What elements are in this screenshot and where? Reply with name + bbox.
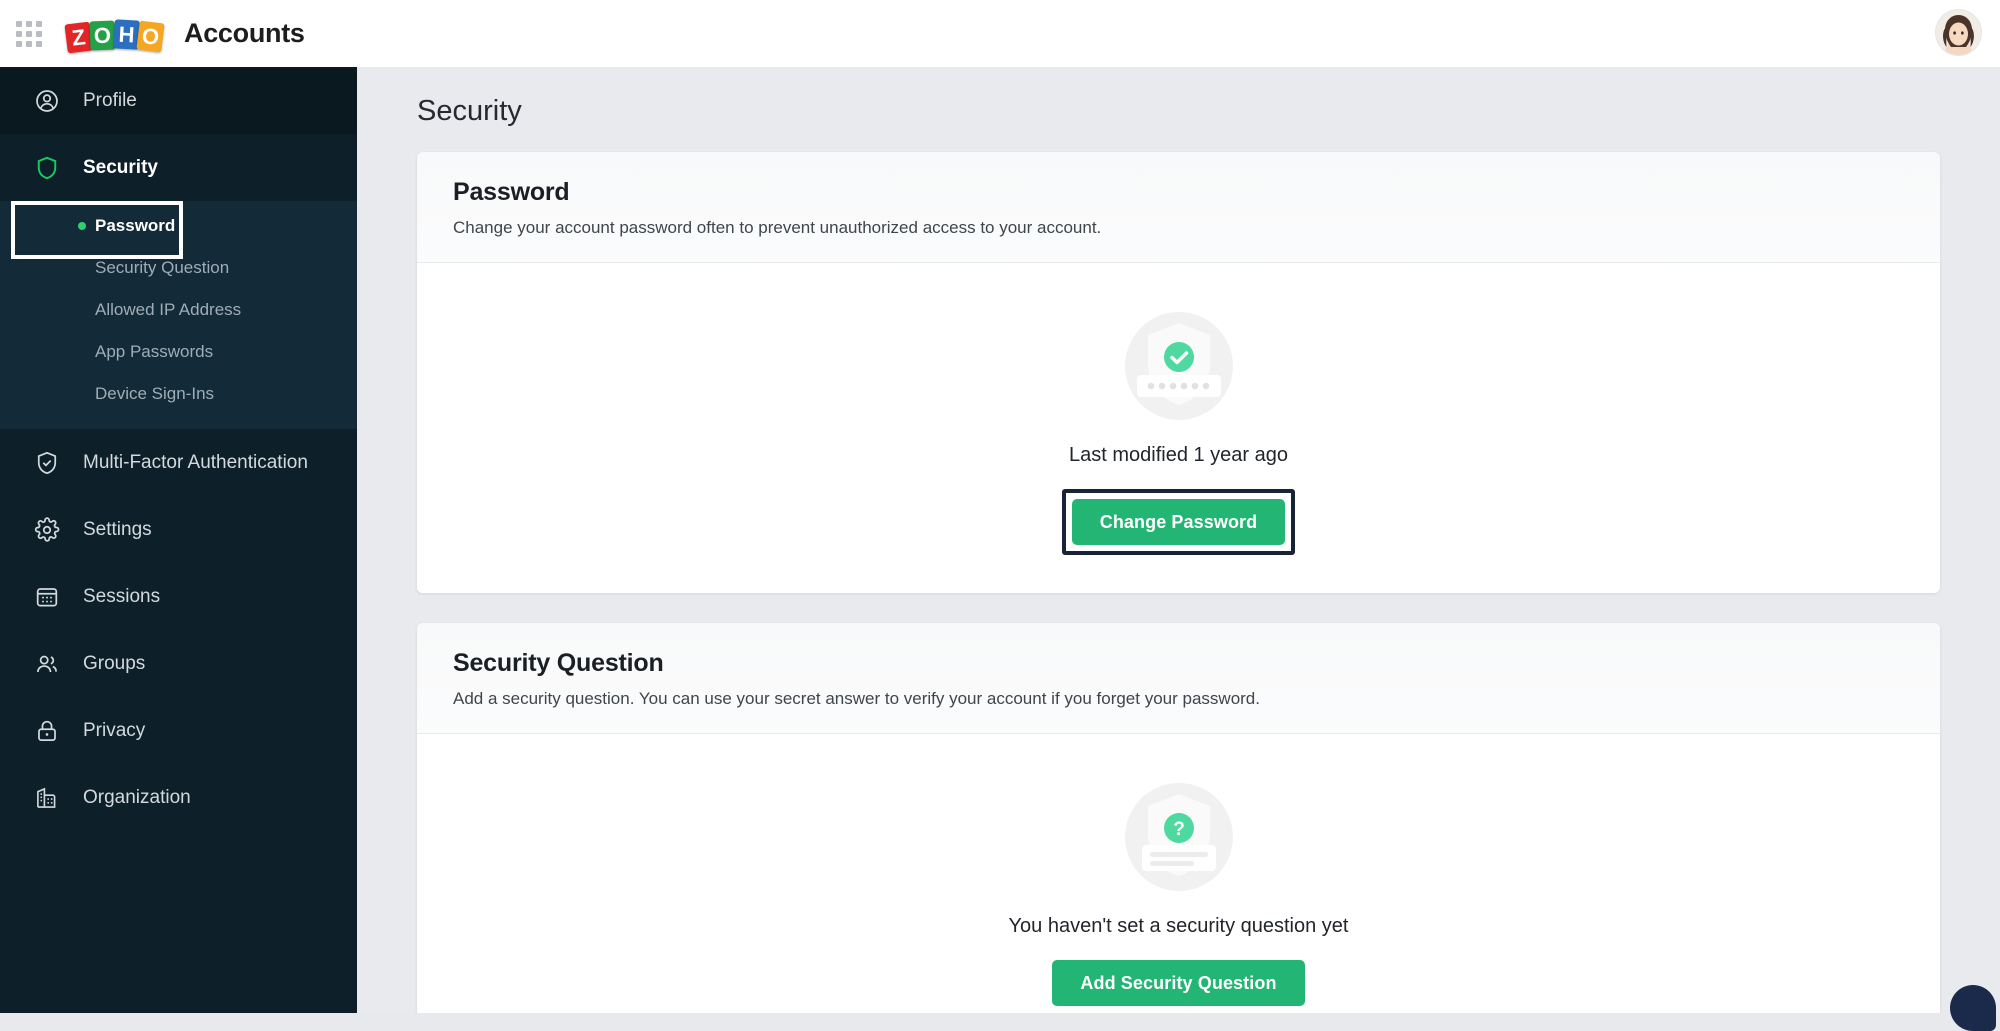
grid-dot — [16, 41, 22, 47]
gear-icon — [33, 516, 61, 544]
sidebar-item-label: Organization — [83, 787, 191, 809]
sidebar-item-settings[interactable]: Settings — [0, 496, 357, 563]
shield-icon — [33, 154, 61, 182]
grid-dot — [36, 21, 42, 27]
password-card-title: Password — [453, 178, 1904, 207]
grid-dot — [36, 41, 42, 47]
avatar[interactable] — [1935, 9, 1982, 56]
add-security-question-wrap: Add Security Question — [1052, 960, 1304, 1006]
password-card-header: Password Change your account password of… — [417, 152, 1940, 262]
people-icon — [33, 650, 61, 678]
shield-password-check-icon — [1120, 307, 1238, 430]
grid-dot — [16, 31, 22, 37]
svg-text:?: ? — [1173, 819, 1185, 840]
submenu-item-password[interactable]: Password — [0, 205, 357, 247]
submenu-item-label: Device Sign-Ins — [95, 384, 214, 404]
grid-dot — [36, 31, 42, 37]
sidebar-item-sessions[interactable]: Sessions — [0, 563, 357, 630]
grid-dot — [26, 41, 32, 47]
submenu-item-device-sign-ins[interactable]: Device Sign-Ins — [0, 373, 357, 415]
lock-icon — [33, 717, 61, 745]
shield-question-icon: ? — [1120, 778, 1238, 901]
sidebar-item-label: Multi-Factor Authentication — [83, 452, 308, 474]
sidebar: Profile Security Password Security Quest… — [0, 67, 357, 1013]
change-password-button[interactable]: Change Password — [1072, 499, 1286, 545]
sidebar-item-label: Profile — [83, 90, 137, 112]
sidebar-item-security[interactable]: Security — [0, 134, 357, 201]
sidebar-item-multi-factor-authentication[interactable]: Multi-Factor Authentication — [0, 429, 357, 496]
password-status-text: Last modified 1 year ago — [1069, 444, 1288, 467]
zoho-logo[interactable]: Z O H O — [66, 17, 162, 51]
sidebar-item-label: Settings — [83, 519, 152, 541]
sidebar-item-profile[interactable]: Profile — [0, 67, 357, 134]
sidebar-item-label: Security — [83, 157, 158, 179]
submenu-item-label: Security Question — [95, 258, 229, 278]
main-content: Security Password Change your account pa… — [357, 67, 2000, 1013]
building-icon — [33, 784, 61, 812]
security-question-card: Security Question Add a security questio… — [417, 623, 1940, 1013]
logo-tile-o1: O — [89, 20, 115, 50]
logo-tile-o2: O — [136, 20, 164, 52]
grid-dot — [26, 21, 32, 27]
sidebar-item-groups[interactable]: Groups — [0, 630, 357, 697]
sidebar-item-organization[interactable]: Organization — [0, 764, 357, 831]
password-card: Password Change your account password of… — [417, 152, 1940, 593]
sidebar-item-label: Privacy — [83, 720, 145, 742]
submenu-item-label: Allowed IP Address — [95, 300, 241, 320]
sidebar-item-label: Sessions — [83, 586, 160, 608]
apps-grid-icon[interactable] — [16, 21, 42, 47]
logo-tile-z: Z — [64, 21, 92, 53]
app-title: Accounts — [184, 18, 305, 49]
calendar-grid-icon — [33, 583, 61, 611]
submenu-item-label: Password — [95, 216, 175, 236]
grid-dot — [26, 31, 32, 37]
change-password-highlight: Change Password — [1062, 489, 1296, 555]
security-question-card-body: ? You haven't set a security question ye… — [417, 734, 1940, 1013]
submenu-item-label: App Passwords — [95, 342, 213, 362]
submenu-item-security-question[interactable]: Security Question — [0, 247, 357, 289]
password-card-body: Last modified 1 year ago Change Password — [417, 263, 1940, 593]
security-question-card-header: Security Question Add a security questio… — [417, 623, 1940, 733]
page-title: Security — [417, 95, 2000, 128]
grid-dot — [16, 21, 22, 27]
security-submenu: Password Security Question Allowed IP Ad… — [0, 201, 357, 429]
submenu-item-allowed-ip-address[interactable]: Allowed IP Address — [0, 289, 357, 331]
avatar-image — [1936, 10, 1981, 55]
security-question-card-description: Add a security question. You can use you… — [453, 689, 1904, 709]
password-card-description: Change your account password often to pr… — [453, 218, 1904, 238]
security-question-status-text: You haven't set a security question yet — [1009, 915, 1349, 938]
user-circle-icon — [33, 87, 61, 115]
chat-help-bubble[interactable] — [1950, 985, 1996, 1031]
sidebar-item-label: Groups — [83, 653, 145, 675]
security-question-card-title: Security Question — [453, 649, 1904, 678]
shield-check-icon — [33, 449, 61, 477]
submenu-item-app-passwords[interactable]: App Passwords — [0, 331, 357, 373]
add-security-question-button[interactable]: Add Security Question — [1052, 960, 1304, 1006]
top-bar: Z O H O Accounts — [0, 0, 2000, 67]
sidebar-item-privacy[interactable]: Privacy — [0, 697, 357, 764]
